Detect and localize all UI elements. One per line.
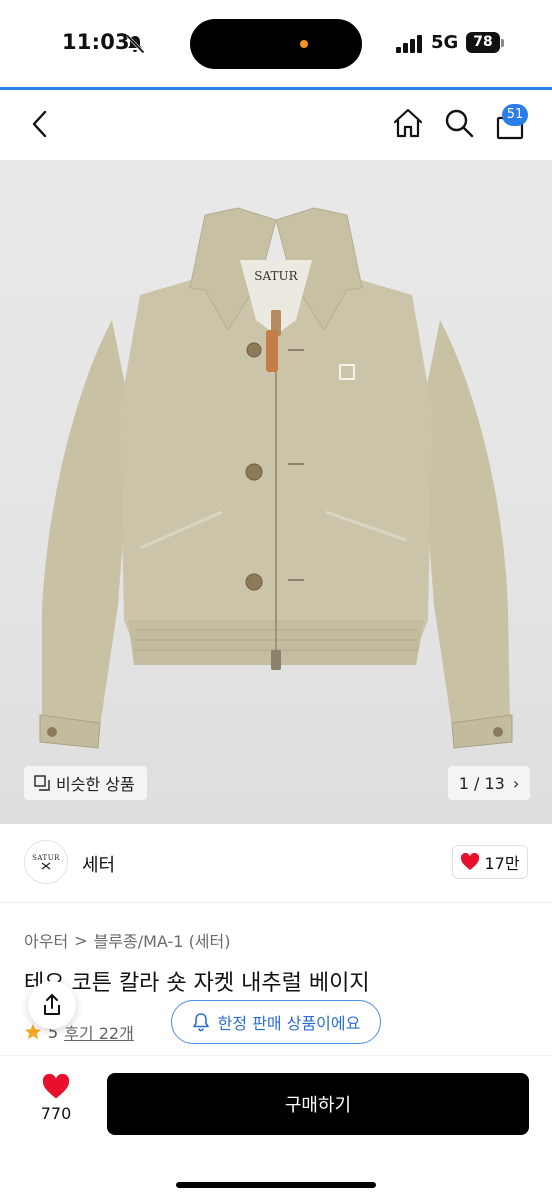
brand-logo[interactable]: SATUR: [24, 840, 68, 884]
image-pager-button[interactable]: 1 / 13 ›: [448, 766, 530, 800]
share-icon: [44, 994, 60, 1015]
bell-icon: [192, 1013, 209, 1032]
similar-icon: [34, 775, 50, 791]
reviews-link[interactable]: 후기 22개: [64, 1020, 134, 1044]
breadcrumb-category[interactable]: 블루종/MA-1 (세터): [94, 928, 231, 952]
home-indicator: [176, 1182, 376, 1188]
image-pager-text: 1 / 13: [458, 773, 505, 793]
breadcrumb-outer[interactable]: 아우터: [24, 928, 68, 952]
breadcrumb: 아우터 > 블루종/MA-1 (세터): [24, 928, 231, 952]
heart-filled-icon: [42, 1074, 70, 1099]
battery-cap: [501, 39, 504, 47]
similar-products-label: 비슷한 상품: [56, 775, 135, 794]
product-title: 테오 코튼 칼라 숏 자켓 내추럴 베이지: [24, 971, 370, 996]
similar-products-button[interactable]: 비슷한 상품: [24, 766, 147, 800]
jacket-label-text: SATUR: [254, 269, 298, 283]
brand-logo-mark-icon: [41, 862, 51, 870]
cart-count-badge: 51: [502, 104, 528, 126]
back-icon[interactable]: [28, 108, 52, 140]
signal-icon: [396, 35, 422, 53]
dynamic-island: [190, 19, 362, 69]
battery-icon: 78: [466, 32, 500, 53]
top-nav-bar: [0, 90, 552, 160]
wishlist-button[interactable]: 770: [26, 1074, 86, 1134]
status-time: 11:03: [62, 30, 130, 54]
limited-sale-notice[interactable]: 한정 판매 상품이에요: [171, 1000, 381, 1044]
chevron-right-icon: ›: [512, 773, 520, 793]
network-type: 5G: [431, 32, 459, 53]
heart-icon: [461, 853, 480, 870]
divider: [0, 902, 552, 903]
privacy-indicator: [300, 40, 308, 48]
home-icon[interactable]: [392, 107, 424, 139]
status-bar: 11:03 5G 78: [0, 0, 552, 88]
brand-logo-text: SATUR: [32, 854, 60, 862]
buy-button[interactable]: 구매하기: [107, 1073, 529, 1135]
brand-like-button[interactable]: 17만: [452, 845, 528, 879]
breadcrumb-separator: >: [74, 930, 88, 950]
wishlist-count: 770: [40, 1104, 72, 1123]
jacket-image: SATUR: [39, 207, 513, 749]
product-image-carousel[interactable]: SATUR: [0, 160, 552, 824]
brand-like-count: 17만: [484, 854, 520, 873]
limited-sale-label: 한정 판매 상품이에요: [217, 1014, 361, 1033]
share-button[interactable]: [28, 981, 76, 1029]
search-icon[interactable]: [443, 107, 475, 139]
brand-name[interactable]: 세터: [82, 851, 115, 877]
bell-muted-icon: [125, 34, 145, 54]
